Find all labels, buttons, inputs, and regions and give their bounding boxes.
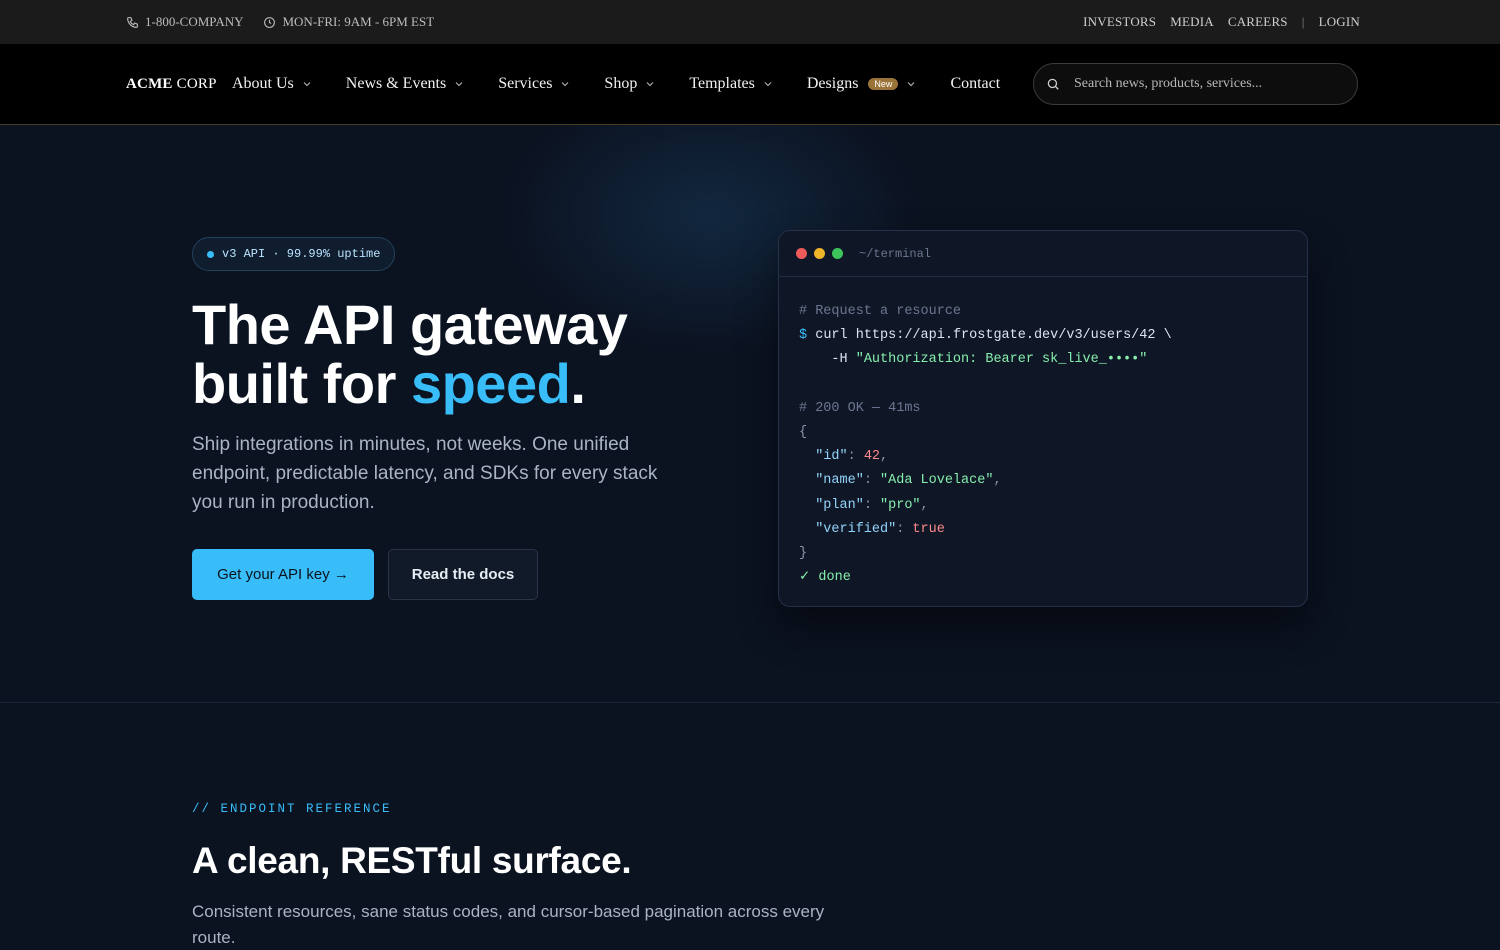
investors-link[interactable]: INVESTORS [1083, 14, 1156, 30]
json-value: "Ada Lovelace" [880, 473, 994, 489]
hero-lede: Ship integrations in minutes, not weeks.… [192, 434, 658, 513]
nav-label: Shop [604, 75, 638, 92]
phone-number: 1-800-COMPANY [145, 14, 244, 29]
status-pill-text: v3 API · 99.99% uptime [222, 247, 381, 261]
chevron-down-icon [646, 82, 654, 87]
json-key: "id" [815, 449, 848, 465]
nav-label: News & Events [345, 75, 447, 92]
json-value: true [912, 521, 945, 537]
section-lede: Consistent resources, sane status codes,… [192, 902, 825, 947]
section-eyebrow: // ENDPOINT REFERENCE [192, 802, 392, 816]
search-input[interactable] [1074, 76, 1334, 92]
nav-menu: About Us News & Events Services Shop Tem… [232, 44, 1000, 124]
search-box[interactable] [1033, 63, 1358, 105]
hero-section: v3 API · 99.99% uptime The API gateway b… [0, 125, 1500, 703]
json-key: "verified" [815, 521, 897, 537]
phone-contact[interactable]: 1-800-COMPANY [126, 14, 243, 30]
done-status: ✓ done [799, 570, 851, 586]
chevron-down-icon [303, 82, 311, 87]
nav-label: Contact [950, 75, 1001, 92]
new-badge: New [868, 78, 899, 90]
get-api-key-button[interactable]: Get your API key → [192, 549, 374, 600]
code-command: curl https://api.frostgate.dev/v3/users/… [815, 328, 1172, 344]
hero-title-accent: speed [410, 352, 571, 415]
nav-item-contact[interactable]: Contact [950, 75, 1000, 93]
terminal-title: ~/terminal [859, 246, 932, 261]
careers-link[interactable]: CAREERS [1228, 14, 1288, 30]
nav-item-about-us[interactable]: About Us [232, 75, 312, 93]
phone-icon [127, 16, 138, 28]
clock-icon [264, 16, 276, 28]
close-dot-icon [796, 248, 807, 259]
code-brace: { [799, 425, 808, 441]
hero-title-line1: The API gateway [192, 293, 628, 356]
shell-prompt: $ [799, 328, 808, 344]
nav-item-templates[interactable]: Templates [689, 75, 773, 93]
json-key: "plan" [815, 497, 864, 513]
divider: | [1301, 14, 1305, 29]
media-link[interactable]: MEDIA [1170, 14, 1214, 30]
json-value: 42 [863, 449, 881, 465]
login-link[interactable]: LOGIN [1319, 14, 1360, 30]
business-hours: MON-FRI: 9AM - 6PM EST [263, 14, 434, 30]
section-title: A clean, RESTful surface. [192, 840, 632, 881]
logo[interactable]: ACME CORP [126, 44, 217, 124]
terminal-titlebar: ~/terminal [779, 231, 1307, 277]
code-comment: # Request a resource [799, 304, 962, 319]
logo-rest: CORP [176, 75, 217, 92]
terminal-window: ~/terminal # Request a resource $ curl h… [778, 230, 1308, 607]
read-docs-button[interactable]: Read the docs [388, 549, 538, 600]
code-flag: -H [831, 352, 848, 368]
search-icon [1047, 78, 1059, 90]
hero-title-period: . [570, 352, 586, 415]
status-pill: v3 API · 99.99% uptime [192, 237, 396, 271]
chevron-down-icon [455, 82, 463, 87]
hours-text: MON-FRI: 9AM - 6PM EST [282, 14, 435, 29]
hero-title: The API gateway built for speed. [192, 295, 752, 413]
utility-bar: 1-800-COMPANY MON-FRI: 9AM - 6PM EST INV… [0, 0, 1500, 44]
chevron-down-icon [561, 82, 569, 87]
chevron-down-icon [908, 82, 915, 87]
nav-label: Designs [806, 75, 859, 92]
code-string: "Authorization: Bearer sk_live_••••" [855, 352, 1148, 368]
logo-bold: ACME [126, 75, 173, 92]
hero-title-line2: built for [192, 352, 411, 415]
json-value: "pro" [880, 497, 921, 513]
nav-item-news-events[interactable]: News & Events [346, 75, 464, 93]
maximize-dot-icon [832, 248, 843, 259]
json-key: "name" [815, 473, 864, 489]
minimize-dot-icon [814, 248, 825, 259]
nav-label: Templates [689, 75, 755, 92]
status-dot [207, 250, 214, 258]
nav-label: Services [498, 75, 553, 92]
code-brace: } [799, 546, 808, 562]
code-comment: # 200 OK — 41ms [799, 400, 921, 416]
terminal-output: # Request a resource $ curl https://api.… [799, 304, 1172, 586]
nav-item-designs[interactable]: Designs New [807, 75, 917, 93]
nav-item-shop[interactable]: Shop [604, 75, 655, 93]
main-nav: ACME CORP About Us News & Events Services… [0, 44, 1500, 125]
chevron-down-icon [764, 82, 772, 87]
nav-label: About Us [232, 75, 294, 92]
nav-item-services[interactable]: Services [498, 75, 570, 93]
